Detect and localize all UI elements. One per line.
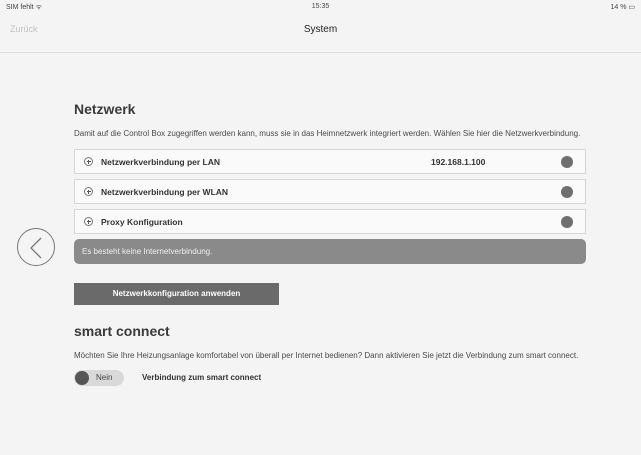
toggle-knob — [75, 371, 89, 385]
row-label: Netzwerkverbindung per LAN — [101, 157, 221, 167]
proxy-configuration-row[interactable]: Proxy Konfiguration — [74, 209, 586, 234]
row-label: Proxy Konfiguration — [101, 217, 183, 227]
apply-network-config-button[interactable]: Netzwerkkonfiguration anwenden — [74, 283, 279, 305]
smart-connect-toggle[interactable]: Nein — [74, 370, 124, 386]
row-label: Netzwerkverbindung per WLAN — [101, 187, 229, 197]
toggle-value: Nein — [96, 373, 113, 382]
smart-connect-toggle-row: Nein Verbindung zum smart connect — [74, 370, 586, 386]
status-dot-icon — [561, 216, 573, 228]
lan-connection-row[interactable]: Netzwerkverbindung per LAN 192.168.1.100 — [74, 149, 586, 174]
main-content: Netzwerk Damit auf die Control Box zugeg… — [74, 101, 586, 386]
navigation-bar: Zurück System — [0, 14, 641, 53]
smart-connect-title: smart connect — [74, 323, 170, 339]
plus-circle-icon — [84, 157, 93, 166]
status-dot-icon — [561, 186, 573, 198]
status-bar: SIM fehlt ᯤ 15:35 14 % ▭ — [0, 0, 641, 14]
network-options: Netzwerkverbindung per LAN 192.168.1.100… — [74, 149, 586, 264]
connection-alert: Es besteht keine Internetverbindung. — [74, 239, 586, 264]
ip-address: 192.168.1.100 — [431, 157, 486, 167]
smart-connect-section: smart connect Möchten Sie Ihre Heizungsa… — [74, 323, 586, 386]
smart-connect-description: Möchten Sie Ihre Heizungsanlage komforta… — [74, 351, 579, 360]
netzwerk-title: Netzwerk — [74, 101, 136, 117]
wlan-connection-row[interactable]: Netzwerkverbindung per WLAN — [74, 179, 586, 204]
previous-page-button[interactable] — [17, 228, 55, 266]
netzwerk-description: Damit auf die Control Box zugegriffen we… — [74, 129, 581, 138]
clock: 15:35 — [311, 3, 330, 10]
chevron-left-icon — [30, 237, 42, 259]
toggle-label: Verbindung zum smart connect — [142, 373, 262, 382]
plus-circle-icon — [84, 187, 93, 196]
plus-circle-icon — [84, 217, 93, 226]
status-dot-icon — [561, 156, 573, 168]
battery-status: 14 % ▭ — [610, 4, 635, 11]
page-title: System — [303, 24, 338, 35]
